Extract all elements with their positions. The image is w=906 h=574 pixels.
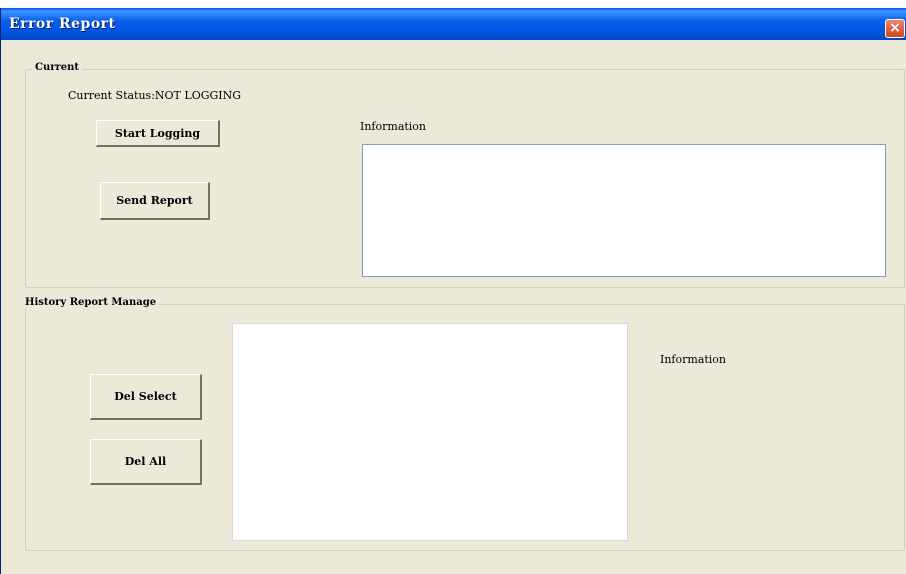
current-information-label: Information <box>360 120 427 133</box>
error-report-window: Error Report × Current Current Status:NO… <box>0 8 906 574</box>
history-groupbox: History Report Manage Del Select Del All… <box>22 297 905 551</box>
del-select-button[interactable]: Del Select <box>90 374 202 420</box>
close-icon: × <box>889 20 901 36</box>
current-groupbox-legend: Current <box>32 62 83 73</box>
del-all-button[interactable]: Del All <box>90 439 202 485</box>
current-status-line: Current Status:NOT LOGGING <box>68 89 241 102</box>
send-report-button[interactable]: Send Report <box>100 182 210 220</box>
title-bar[interactable]: Error Report × <box>1 8 906 40</box>
start-logging-button[interactable]: Start Logging <box>96 120 220 147</box>
current-groupbox: Current Current Status:NOT LOGGING Start… <box>25 62 905 288</box>
window-title: Error Report <box>9 16 116 32</box>
close-button[interactable]: × <box>885 19 905 38</box>
history-groupbox-legend: History Report Manage <box>22 297 160 308</box>
current-status-label: Current Status: <box>68 89 155 102</box>
current-information-textbox[interactable] <box>362 144 886 277</box>
current-status-value: NOT LOGGING <box>154 89 242 102</box>
history-report-list[interactable] <box>232 323 628 541</box>
history-information-label: Information <box>660 353 727 366</box>
